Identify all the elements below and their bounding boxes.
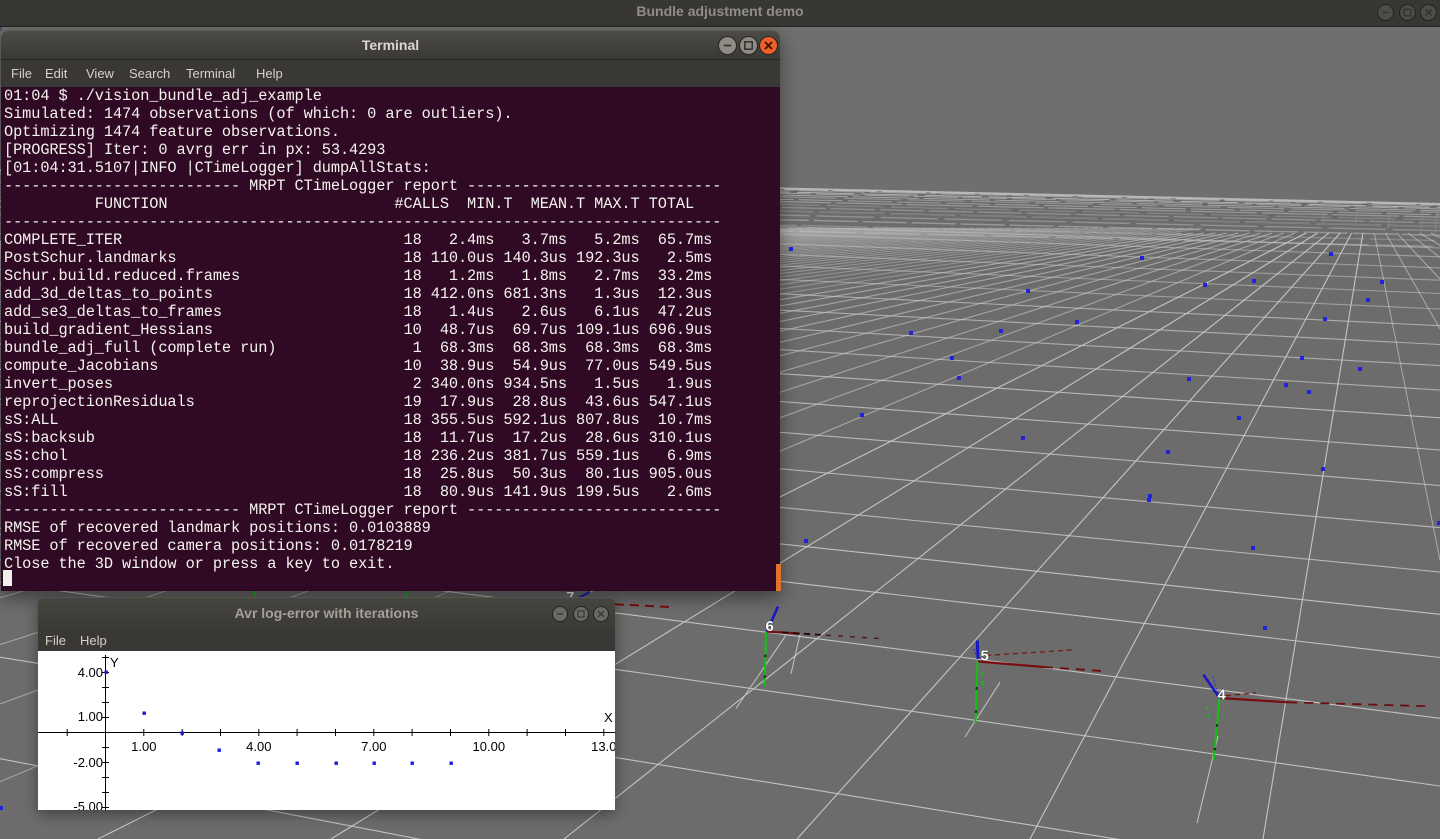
- svg-text:7.00: 7.00: [361, 739, 386, 754]
- svg-text:4.00: 4.00: [246, 739, 271, 754]
- svg-text:4: 4: [1218, 687, 1227, 704]
- svg-text:Y: Y: [110, 655, 119, 670]
- svg-text:4.00: 4.00: [78, 665, 103, 680]
- svg-text:6: 6: [766, 618, 774, 635]
- svg-text:-5.00: -5.00: [73, 799, 103, 810]
- svg-text:-2.00: -2.00: [73, 755, 103, 770]
- svg-text:X: X: [604, 710, 613, 725]
- svg-text:13.0: 13.0: [591, 739, 615, 754]
- svg-text:5: 5: [981, 647, 989, 664]
- svg-text:10.00: 10.00: [473, 739, 506, 754]
- svg-text:1.00: 1.00: [78, 709, 103, 724]
- svg-text:1.00: 1.00: [131, 739, 156, 754]
